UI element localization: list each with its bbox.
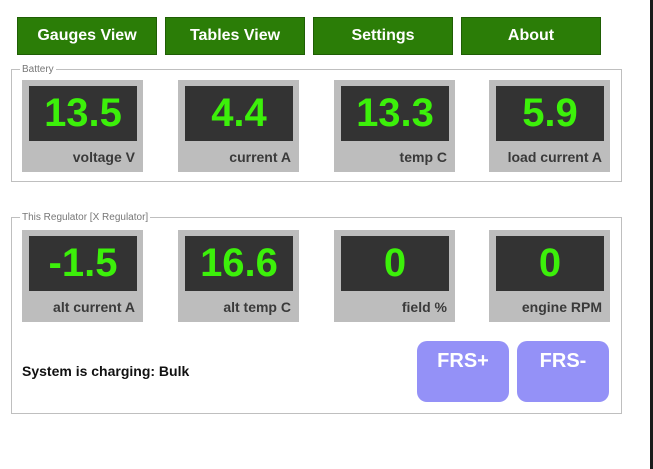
engine-rpm-label: engine RPM [521,299,602,315]
field-percent-value: 0 [341,236,449,291]
battery-voltage-label: voltage V [72,149,135,165]
alt-temp-value: 16.6 [185,236,293,291]
battery-temp-tile: 13.3 temp C [334,80,455,172]
engine-rpm-tile: 0 engine RPM [489,230,610,322]
alt-current-tile: -1.5 alt current A [22,230,143,322]
alt-current-value: -1.5 [29,236,137,291]
alt-temp-tile: 16.6 alt temp C [178,230,299,322]
battery-temp-label: temp C [399,149,447,165]
alt-current-label: alt current A [53,299,135,315]
battery-load-current-value: 5.9 [496,86,604,141]
battery-temp-value: 13.3 [341,86,449,141]
nav-settings-button[interactable]: Settings [313,17,453,55]
battery-legend: Battery [22,64,54,75]
alt-temp-label: alt temp C [223,299,291,315]
battery-voltage-tile: 13.5 voltage V [22,80,143,172]
field-percent-label: field % [401,299,447,315]
battery-load-current-tile: 5.9 load current A [489,80,610,172]
regulator-legend: This Regulator [X Regulator] [22,212,149,223]
charging-status-text: System is charging: Bulk [22,363,190,379]
nav-tables-view-button[interactable]: Tables View [165,17,305,55]
field-percent-tile: 0 field % [334,230,455,322]
battery-voltage-value: 13.5 [29,86,137,141]
nav-about-button[interactable]: About [461,17,601,55]
battery-current-tile: 4.4 current A [178,80,299,172]
battery-current-value: 4.4 [185,86,293,141]
engine-rpm-value: 0 [496,236,604,291]
frs-minus-button[interactable]: FRS- [517,341,609,402]
nav-gauges-view-button[interactable]: Gauges View [17,17,157,55]
frs-plus-button[interactable]: FRS+ [417,341,509,402]
battery-load-current-label: load current A [507,149,602,165]
battery-current-label: current A [229,149,291,165]
